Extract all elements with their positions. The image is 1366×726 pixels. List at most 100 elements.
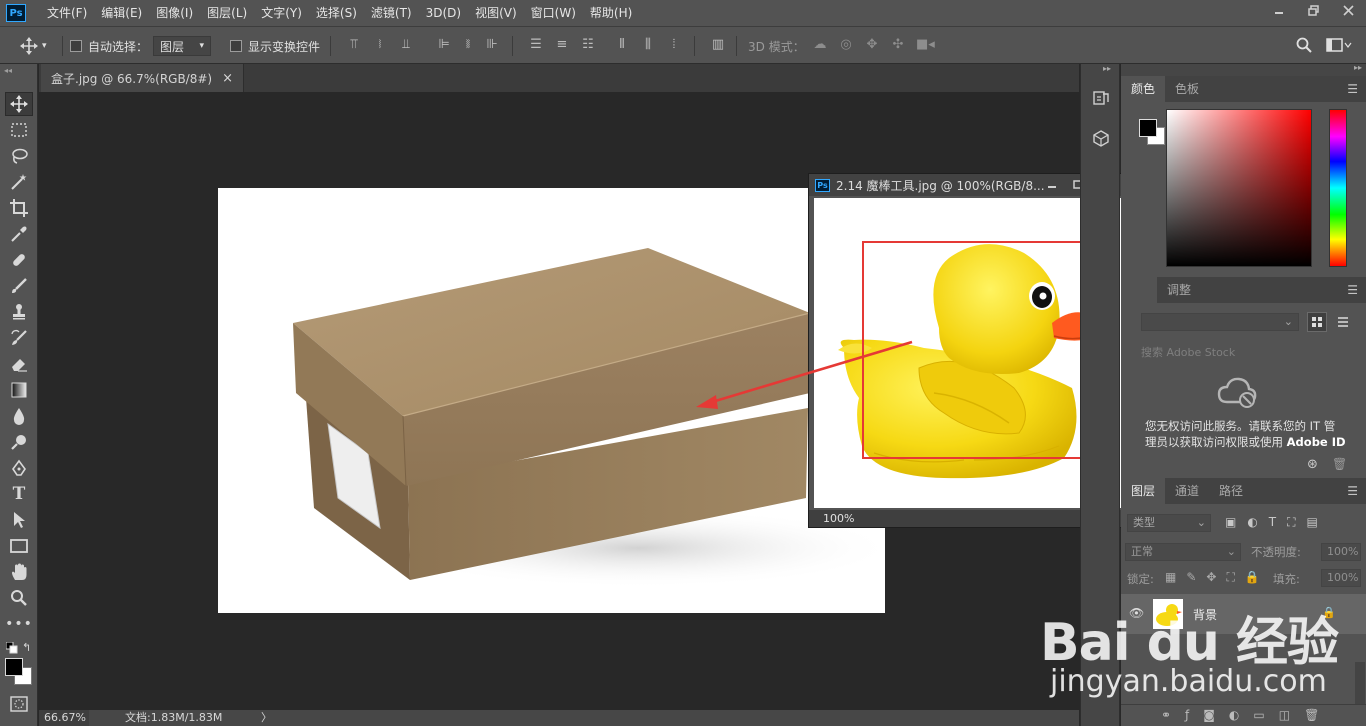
menu-select[interactable]: 选择(S) [309, 0, 364, 26]
clone-stamp-tool[interactable] [5, 300, 33, 324]
collapse-arrows-icon[interactable]: ◂◂ [4, 66, 12, 75]
layer-row-background[interactable]: 👁 背景 🔒 [1121, 594, 1366, 634]
hand-tool[interactable] [5, 560, 33, 584]
menu-filter[interactable]: 滤镜(T) [364, 0, 419, 26]
marquee-tool[interactable] [5, 118, 33, 142]
magic-wand-tool[interactable] [5, 170, 33, 194]
collapse-arrows-icon[interactable]: ▸▸ [1103, 64, 1111, 73]
tab-layers[interactable]: 图层 [1121, 478, 1166, 504]
history-brush-tool[interactable] [5, 326, 33, 350]
menu-3d[interactable]: 3D(D) [419, 0, 468, 26]
distribute-vcenter-icon[interactable]: ≡ [554, 37, 570, 53]
library-dropdown[interactable]: ⌄ [1141, 313, 1299, 331]
show-transform-checkbox[interactable] [230, 40, 242, 52]
menu-edit[interactable]: 编辑(E) [94, 0, 149, 26]
cc-libraries-icon[interactable]: ⊛ [1307, 457, 1318, 472]
layer-footer-icons[interactable]: ⚭ƒ◙◐▭◫🗑 [1161, 708, 1333, 722]
stock-search-placeholder[interactable]: 搜索 Adobe Stock [1141, 344, 1235, 360]
align-right-icon[interactable]: ⊪ [484, 37, 500, 53]
healing-brush-tool[interactable] [5, 248, 33, 272]
menu-window[interactable]: 窗口(W) [524, 0, 583, 26]
align-left-icon[interactable]: ⊫ [436, 37, 452, 53]
distribute-bottom-icon[interactable]: ☷ [580, 37, 596, 53]
panel-menu-icon[interactable]: ☰ [1347, 484, 1358, 498]
tab-close-icon[interactable]: × [222, 71, 233, 86]
3d-orbit-icon[interactable]: ☁ [812, 37, 828, 53]
auto-select-dropdown[interactable]: 图层 ▾ [153, 36, 211, 56]
more-tools[interactable]: ••• [5, 612, 33, 636]
blur-tool[interactable] [5, 404, 33, 428]
document-tab[interactable]: 盒子.jpg @ 66.7%(RGB/8#) × [41, 64, 245, 92]
lasso-tool[interactable] [5, 144, 33, 168]
status-menu-arrow[interactable]: 〉 [261, 710, 272, 726]
collapse-arrows-icon[interactable]: ▸▸ [1354, 63, 1362, 72]
align-bottom-icon[interactable]: ⫫ [398, 37, 414, 53]
tab-swatches[interactable]: 色板 [1165, 76, 1209, 102]
3d-camera-icon[interactable]: ■◂ [916, 37, 935, 53]
layers-scrollbar[interactable] [1355, 662, 1365, 704]
eye-icon[interactable]: 👁 [1129, 606, 1144, 620]
move-tool-preset[interactable]: ▾ [20, 27, 47, 65]
panel-menu-icon[interactable]: ☰ [1347, 283, 1358, 297]
distribute-left-icon[interactable]: ⦀ [614, 37, 630, 53]
menu-layer[interactable]: 图层(L) [200, 0, 254, 26]
adobe-id-link[interactable]: Adobe ID [1287, 435, 1346, 449]
distribute-right-icon[interactable]: ⦙ [666, 37, 682, 53]
color-field[interactable] [1166, 109, 1312, 267]
type-tool[interactable]: T [5, 482, 33, 506]
tab-color[interactable]: 颜色 [1121, 76, 1166, 102]
default-colors-icon[interactable] [5, 641, 18, 657]
path-selection-tool[interactable] [5, 508, 33, 532]
menu-view[interactable]: 视图(V) [468, 0, 524, 26]
close-window-button[interactable] [1331, 0, 1366, 20]
align-vcenter-icon[interactable]: ⧘ [372, 37, 388, 53]
layer-filter-dropdown[interactable]: 类型 ⌄ [1127, 514, 1211, 532]
tab-paths[interactable]: 路径 [1209, 478, 1253, 504]
workspace-switcher-icon[interactable] [1326, 37, 1352, 53]
trash-icon[interactable]: 🗑 [1332, 457, 1347, 471]
document-canvas[interactable] [218, 188, 885, 613]
3d-slide-icon[interactable]: ✣ [890, 37, 906, 53]
lock-icons[interactable]: ▦✎✥⛶🔒 [1165, 570, 1270, 585]
zoom-level[interactable]: 66.67% [39, 710, 89, 726]
dodge-tool[interactable] [5, 430, 33, 454]
history-panel-button[interactable] [1089, 86, 1113, 110]
panel-menu-icon[interactable]: ☰ [1347, 82, 1358, 96]
auto-align-icon[interactable]: ▥ [710, 37, 726, 53]
panel-foreground-swatch[interactable] [1139, 119, 1157, 137]
distribute-top-icon[interactable]: ☰ [528, 37, 544, 53]
auto-select-toggle[interactable]: 自动选择： [70, 27, 148, 65]
menu-help[interactable]: 帮助(H) [583, 0, 639, 26]
restore-button[interactable] [1296, 0, 1331, 20]
layer-filter-icons[interactable]: ▣◐T⛶▤ [1225, 515, 1329, 530]
menu-image[interactable]: 图像(I) [149, 0, 200, 26]
3d-roll-icon[interactable]: ◎ [838, 37, 854, 53]
swap-colors-icon[interactable]: ↰ [22, 641, 31, 654]
3d-panel-button[interactable] [1089, 126, 1113, 150]
rubber-duck-image[interactable] [814, 198, 1125, 508]
quick-mask-icon[interactable] [10, 696, 28, 715]
rectangle-tool[interactable] [5, 534, 33, 558]
tab-adjustments[interactable]: 调整 [1157, 277, 1201, 303]
hue-slider[interactable] [1329, 109, 1347, 267]
foreground-color-swatch[interactable] [5, 658, 23, 676]
pen-tool[interactable] [5, 456, 33, 480]
auto-select-checkbox[interactable] [70, 40, 82, 52]
layer-name[interactable]: 背景 [1193, 606, 1217, 623]
distribute-hcenter-icon[interactable]: ⫼ [640, 37, 656, 53]
align-hcenter-icon[interactable]: ⧚ [460, 37, 476, 53]
minimize-button[interactable] [1261, 0, 1296, 20]
floating-minimize-button[interactable] [1039, 177, 1065, 193]
align-top-icon[interactable]: ⫪ [346, 37, 362, 53]
blend-mode-dropdown[interactable]: 正常 ⌄ [1125, 543, 1241, 561]
zoom-tool[interactable] [5, 586, 33, 610]
opacity-input[interactable]: 100% [1321, 543, 1361, 561]
tab-channels[interactable]: 通道 [1165, 478, 1209, 504]
tab-libraries[interactable] [1121, 277, 1157, 303]
menu-file[interactable]: 文件(F) [40, 0, 94, 26]
fill-input[interactable]: 100% [1321, 569, 1361, 587]
crop-tool[interactable] [5, 196, 33, 220]
show-transform-toggle[interactable]: 显示变换控件 [230, 27, 320, 65]
eraser-tool[interactable] [5, 352, 33, 376]
grid-view-button[interactable] [1307, 312, 1327, 332]
